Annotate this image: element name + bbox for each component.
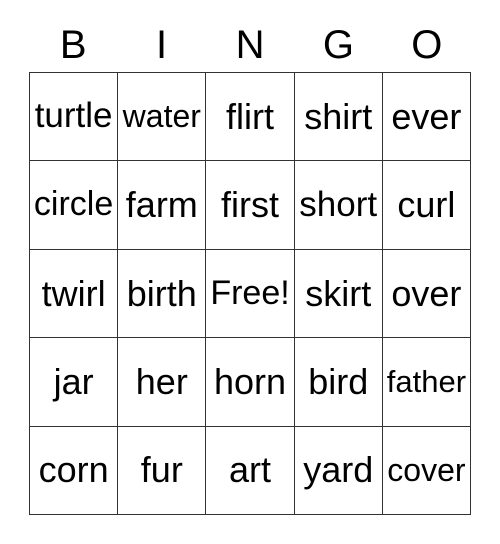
bingo-cell[interactable]: curl (382, 161, 472, 250)
bingo-cell-label: twirl (41, 272, 106, 314)
bingo-cell-label: birth (126, 272, 197, 314)
bingo-cell-label: turtle (34, 96, 113, 136)
bingo-cell-label: farm (125, 184, 198, 226)
bingo-cell-label: curl (397, 184, 456, 226)
header-letter-n: N (235, 23, 265, 67)
bingo-cell-label: horn (213, 361, 287, 403)
bingo-cell[interactable]: ever (382, 73, 472, 162)
bingo-cell[interactable]: bird (294, 338, 383, 427)
bingo-cell[interactable]: art (206, 426, 295, 516)
bingo-cell[interactable]: fur (118, 426, 207, 516)
bingo-cell-label: yard (303, 449, 374, 491)
bingo-row: twirl birth Free! skirt over (30, 249, 472, 339)
bingo-header-row: B I N G O (29, 18, 471, 72)
bingo-cell-label: circle (33, 185, 114, 224)
bingo-cell[interactable]: turtle (30, 73, 119, 162)
bingo-cell[interactable]: father (382, 338, 472, 427)
bingo-cell-label: father (386, 363, 467, 399)
bingo-cell-label: fur (140, 449, 183, 491)
bingo-cell-label: first (221, 184, 279, 226)
bingo-cell-label: corn (38, 449, 109, 491)
header-letter-o: O (411, 23, 443, 67)
bingo-free-label: Free! (210, 273, 290, 312)
bingo-cell-label: bird (308, 361, 369, 403)
bingo-cell[interactable]: birth (118, 249, 207, 339)
bingo-cell-label: skirt (305, 272, 372, 314)
bingo-row: circle farm first short curl (30, 161, 472, 250)
bingo-cell[interactable]: short (294, 161, 383, 250)
bingo-cell[interactable]: twirl (30, 249, 119, 339)
bingo-cell-label: flirt (226, 95, 274, 137)
bingo-cell-label: over (391, 272, 462, 314)
bingo-cell-label: her (135, 361, 188, 403)
bingo-cell[interactable]: skirt (294, 249, 383, 339)
bingo-cell[interactable]: water (118, 73, 207, 162)
bingo-row: turtle water flirt shirt ever (30, 73, 472, 162)
bingo-cell[interactable]: corn (30, 426, 119, 516)
bingo-cell[interactable]: shirt (294, 73, 383, 162)
bingo-card: B I N G O turtle water flirt shirt ever … (0, 0, 500, 544)
bingo-cell[interactable]: yard (294, 426, 383, 516)
bingo-cell[interactable]: first (206, 161, 295, 250)
header-letter-g: G (322, 23, 354, 67)
bingo-cell-label: art (229, 449, 272, 491)
bingo-row: jar her horn bird father (30, 338, 472, 427)
bingo-grid: turtle water flirt shirt ever circle far… (29, 72, 472, 516)
header-letter-i: I (156, 23, 168, 67)
bingo-cell[interactable]: flirt (206, 73, 295, 162)
bingo-free-cell[interactable]: Free! (206, 249, 295, 339)
bingo-cell[interactable]: jar (30, 338, 119, 427)
bingo-cell-label: short (299, 184, 378, 224)
bingo-row: corn fur art yard cover (30, 426, 472, 516)
bingo-cell-label: cover (387, 451, 466, 488)
bingo-cell-label: jar (53, 361, 94, 403)
bingo-cell[interactable]: her (118, 338, 207, 427)
bingo-cell-label: shirt (304, 95, 373, 137)
bingo-cell[interactable]: farm (118, 161, 207, 250)
bingo-cell-label: ever (391, 95, 462, 137)
bingo-cell[interactable]: horn (206, 338, 295, 427)
header-letter-b: B (59, 23, 87, 67)
bingo-cell[interactable]: over (382, 249, 472, 339)
bingo-cell[interactable]: cover (382, 426, 472, 516)
bingo-cell-label: water (122, 97, 201, 134)
bingo-cell[interactable]: circle (30, 161, 119, 250)
